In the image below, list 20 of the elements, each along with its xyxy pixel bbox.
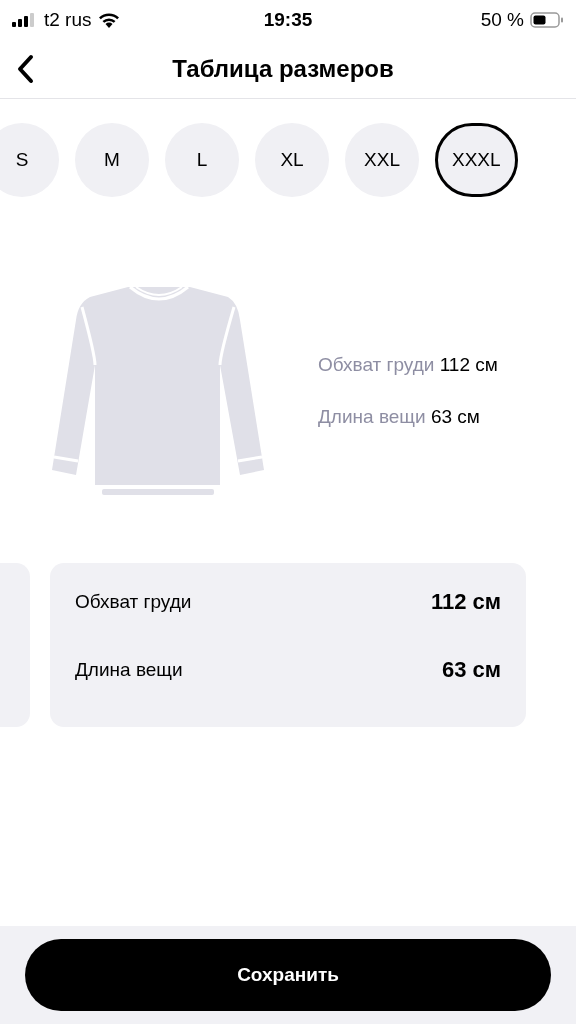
measurement-value: 63 см (441, 657, 501, 683)
chevron-left-icon (16, 54, 34, 84)
size-chip[interactable]: XL (255, 123, 329, 197)
size-chip[interactable]: XXXL (435, 123, 518, 197)
carrier-name: t2 rus (44, 9, 92, 31)
status-time: 19:35 (263, 9, 313, 31)
measurement-text: Обхват груди 112 см (318, 354, 498, 376)
measurement-value: 112 см (430, 589, 501, 615)
save-button[interactable]: Сохранить (25, 939, 551, 1011)
measurement-text: Длина вещи 63 см (318, 406, 481, 428)
wifi-icon (97, 12, 120, 28)
size-chip[interactable]: M (75, 123, 149, 197)
size-chip[interactable]: L (165, 123, 239, 197)
measurement-label: Длина вещи (75, 659, 183, 681)
battery-icon (530, 12, 564, 28)
measurement-label: Обхват груди (75, 591, 192, 613)
size-chip[interactable]: S (0, 123, 59, 197)
battery-percent: 50 % (480, 9, 524, 31)
size-chip[interactable]: XXL (345, 123, 419, 197)
page-title: Таблица размеров (171, 55, 395, 83)
